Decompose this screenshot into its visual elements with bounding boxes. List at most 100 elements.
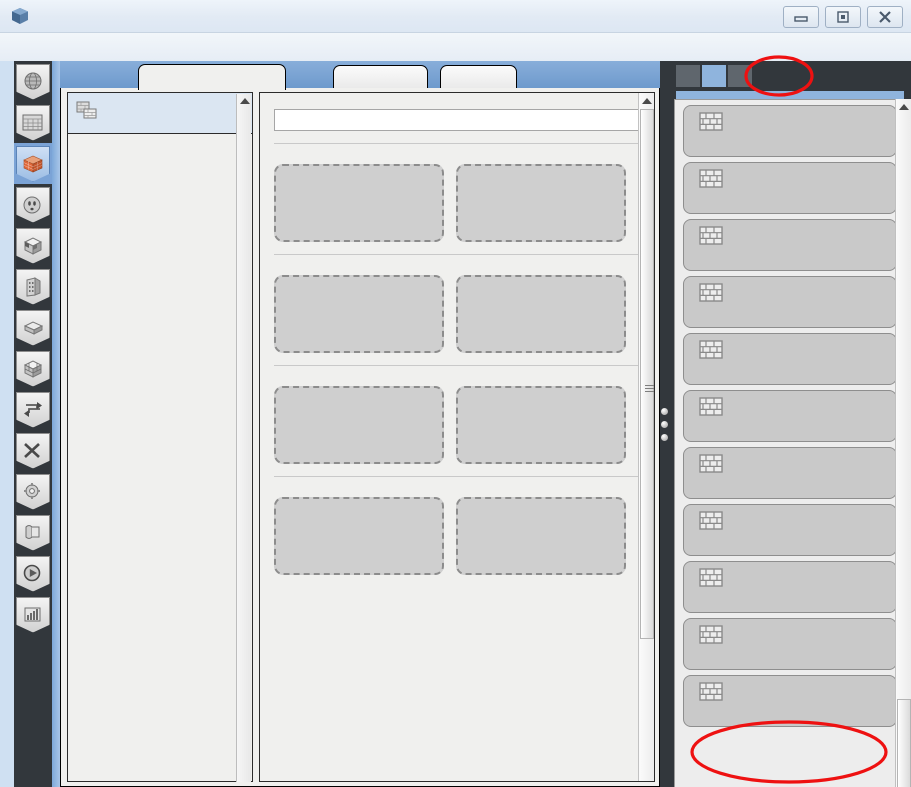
library-item-icon-group	[689, 511, 733, 532]
library-list-item[interactable]	[683, 504, 897, 556]
openstudio-cube-icon	[10, 6, 30, 26]
scroll-up-arrow-icon[interactable]	[899, 104, 909, 110]
title-bar	[0, 0, 911, 33]
library-item-icon-group	[689, 226, 733, 247]
section-columns-interior-surface	[274, 269, 654, 353]
facility-building-icon[interactable]	[14, 266, 52, 307]
run-simulation-play-icon[interactable]	[14, 553, 52, 594]
splitter-dot-icon	[660, 433, 668, 441]
schedules-calendar-icon[interactable]	[14, 102, 52, 143]
menu-bar	[0, 33, 911, 61]
section-columns-ground-contact	[274, 380, 654, 464]
tab-library[interactable]	[702, 65, 726, 87]
drop-target-interior-walls[interactable]	[274, 275, 444, 353]
library-item-icon-group	[689, 283, 733, 304]
left-edge-strip	[0, 61, 14, 787]
drop-target-exterior-walls[interactable]	[274, 164, 444, 242]
library-list-item[interactable]	[683, 675, 897, 727]
column-interior-floors	[456, 269, 626, 353]
library-list-item[interactable]	[683, 219, 897, 271]
vertical-navigation-toolbar	[14, 61, 52, 787]
loads-outlet-icon[interactable]	[14, 184, 52, 225]
tab-edit[interactable]	[728, 65, 752, 87]
tab-materials[interactable]	[440, 65, 517, 89]
library-scrollbar-thumb[interactable]	[897, 699, 911, 787]
drop-target-interior-floors[interactable]	[456, 275, 626, 353]
construction-set-form-panel	[259, 92, 655, 782]
openstudio-application-window	[0, 0, 911, 787]
brick-wall-icon	[699, 625, 723, 645]
divider	[274, 365, 642, 366]
library-item-icon-group	[689, 397, 733, 418]
tab-construction-sets[interactable]	[138, 64, 286, 90]
spaces-box-icon[interactable]	[14, 307, 52, 348]
library-list-item[interactable]	[683, 333, 897, 385]
brick-wall-icon	[699, 568, 723, 588]
site-globe-icon[interactable]	[14, 61, 52, 102]
library-item-icon-group	[689, 112, 733, 133]
splitter-dot-icon	[660, 420, 668, 428]
library-panel-tabs	[668, 61, 911, 91]
main-tab-strip	[60, 61, 660, 90]
maximize-button[interactable]	[825, 6, 861, 28]
constructions-bricks-icon[interactable]	[14, 143, 52, 184]
divider	[274, 476, 642, 477]
column-ground-floors	[456, 380, 626, 464]
library-item-icon-group	[689, 682, 733, 703]
tree-scrollbar[interactable]	[236, 94, 251, 782]
column-interior-walls	[274, 269, 444, 353]
scroll-up-arrow-icon[interactable]	[240, 98, 250, 104]
drop-target-fixed-windows[interactable]	[274, 497, 444, 575]
panel-splitter-handle[interactable]	[660, 61, 668, 787]
library-item-icon-group	[689, 340, 733, 361]
name-input[interactable]	[274, 109, 654, 131]
construction-set-icon	[76, 101, 98, 125]
tab-my-model[interactable]	[676, 65, 700, 87]
library-item-list[interactable]	[674, 99, 906, 787]
space-types-cube-icon[interactable]	[14, 225, 52, 266]
library-panel	[668, 61, 911, 787]
variables-scissors-icon[interactable]	[14, 430, 52, 471]
form-scrollbar[interactable]	[638, 93, 654, 781]
splitter-dot-icon	[660, 407, 668, 415]
minimize-button[interactable]	[783, 6, 819, 28]
drop-target-ground-walls[interactable]	[274, 386, 444, 464]
scroll-up-arrow-icon[interactable]	[642, 98, 652, 104]
results-chart-icon[interactable]	[14, 594, 52, 635]
brick-wall-icon	[699, 454, 723, 474]
brick-wall-icon	[699, 511, 723, 531]
library-list-item[interactable]	[683, 276, 897, 328]
thermal-zones-cube-icon[interactable]	[14, 348, 52, 389]
library-list-item[interactable]	[683, 561, 897, 613]
brick-wall-icon	[699, 397, 723, 417]
main-content-area	[60, 88, 660, 787]
column-exterior-floors	[456, 158, 626, 242]
hvac-systems-loop-icon[interactable]	[14, 389, 52, 430]
drop-target-ground-floors[interactable]	[456, 386, 626, 464]
tree-item-default-construction-set-1[interactable]	[68, 93, 252, 134]
simulation-settings-gear-icon[interactable]	[14, 471, 52, 512]
drop-target-exterior-floors[interactable]	[456, 164, 626, 242]
section-columns-exterior-surface	[274, 158, 654, 242]
library-list-item[interactable]	[683, 390, 897, 442]
form-scrollbar-thumb[interactable]	[640, 109, 654, 639]
divider	[274, 254, 642, 255]
library-scrollbar[interactable]	[895, 99, 911, 787]
measures-scroll-icon[interactable]	[14, 512, 52, 553]
divider	[274, 143, 642, 144]
library-header-bar	[676, 91, 904, 99]
close-button[interactable]	[867, 6, 903, 28]
library-list-item[interactable]	[683, 447, 897, 499]
library-list-item[interactable]	[683, 618, 897, 670]
library-item-icon-group	[689, 625, 733, 646]
brick-wall-icon	[699, 283, 723, 303]
brick-wall-icon	[699, 169, 723, 189]
column-ground-walls	[274, 380, 444, 464]
tab-constructions[interactable]	[333, 65, 428, 89]
brick-wall-icon	[699, 112, 723, 132]
column-operable-windows	[456, 491, 626, 575]
drop-target-operable-windows[interactable]	[456, 497, 626, 575]
library-item-icon-group	[689, 454, 733, 475]
library-list-item[interactable]	[683, 162, 897, 214]
library-list-item[interactable]	[683, 105, 897, 157]
